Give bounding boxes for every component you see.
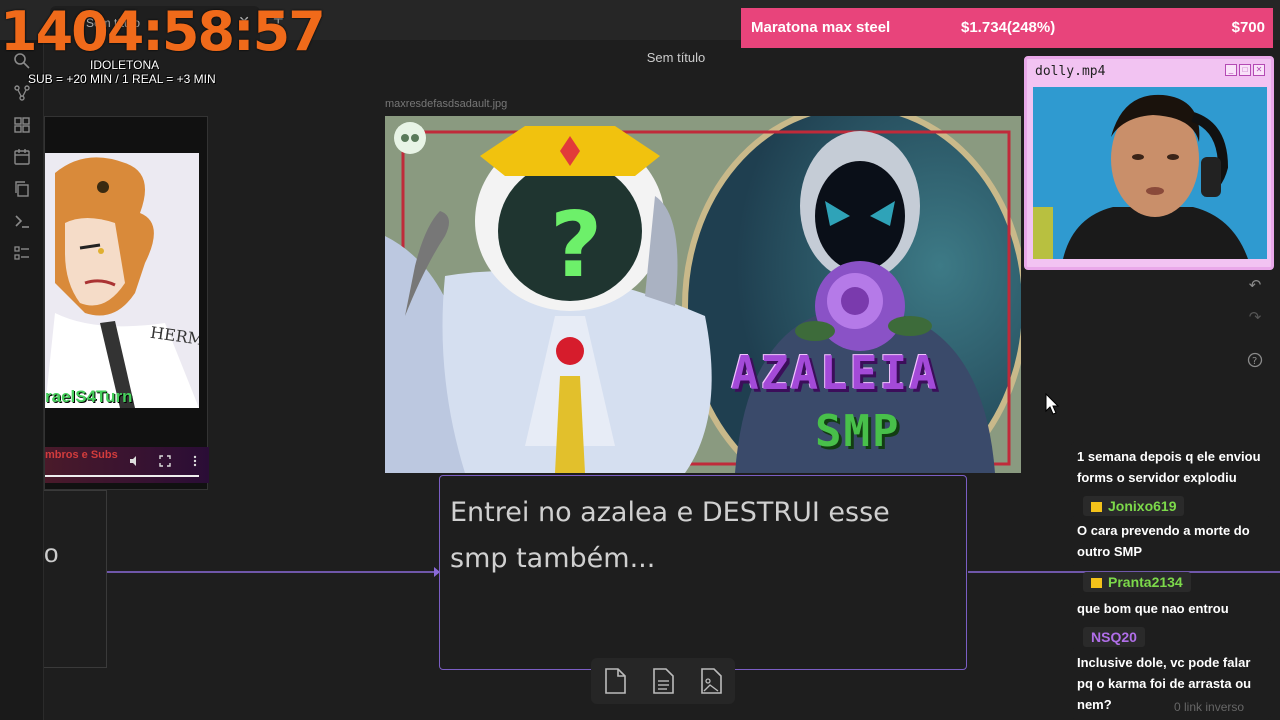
streamer-face [1033,87,1267,259]
text-card-content[interactable]: Entrei no azalea e DESTRUI esse smp tamb… [450,490,950,582]
crown-icon [1091,502,1102,512]
thumbnail-title: AZALEIA [731,346,939,400]
webcam-window: dolly.mp4 _ □ ✕ [1024,56,1274,270]
canvas-bottom-toolbar [591,658,735,704]
left-ribbon [0,40,44,720]
calendar-icon[interactable] [13,148,31,166]
list-icon[interactable] [13,244,31,262]
crown-icon [1091,578,1102,588]
goal-name: Maratona max steel [751,19,891,36]
chat-message: que bom que nao entrou [1071,594,1271,623]
fullscreen-icon[interactable] [159,455,171,467]
more-options-icon[interactable] [189,455,201,467]
chat-username-text: Jonixo619 [1108,498,1177,514]
donation-goal-bar: Maratona max steel $1.734(248%) $700 [741,8,1273,48]
help-icon[interactable]: ? [1241,346,1269,374]
window-controls: _ □ ✕ [1225,64,1265,76]
timer-rule: SUB = +20 MIN / 1 REAL = +3 MIN [28,72,216,86]
terminal-icon[interactable] [13,212,31,230]
backlinks-count[interactable]: 0 link inverso [1174,700,1244,714]
anime-artwork: HERMES [45,153,199,408]
graph-icon[interactable] [13,84,31,102]
anime-character-illustration [45,153,199,408]
svg-text:?: ? [1252,356,1257,367]
webcam-feed [1033,87,1267,259]
video-card[interactable]: HERMES raelS4Turn mbros e Subs [44,116,209,490]
text-card[interactable]: Entrei no azalea e DESTRUI esse smp tamb… [439,475,967,670]
close-icon[interactable]: ✕ [1253,64,1265,76]
minimize-icon[interactable]: _ [1225,64,1237,76]
redo-icon[interactable]: ↷ [1241,304,1269,332]
image-card[interactable]: ? AZALEIA SMP [385,116,1021,473]
stream-chat: 1 semana depois q ele enviou forms o ser… [1070,440,1280,720]
chat-username-text: Pranta2134 [1108,574,1183,590]
image-filename: maxresdefasdsadault.jpg [385,98,508,110]
image-file-icon[interactable] [697,666,725,696]
subathon-timer: 1404:58:57 [0,0,326,63]
thumbnail-subtitle: SMP [815,406,901,457]
azaleia-smp-thumbnail: ? [385,116,1021,473]
video-progress-bar[interactable] [45,475,199,477]
chat-message: O cara prevendo a morte do outro SMP [1071,516,1271,566]
chat-username: Pranta2134 [1083,572,1191,592]
view-title[interactable]: Sem título [576,50,776,65]
volume-icon[interactable] [129,455,141,467]
undo-icon[interactable]: ↶ [1241,272,1269,300]
canvas-node-partial[interactable] [44,490,107,668]
webcam-title: dolly.mp4 [1035,64,1106,79]
chat-username: Jonixo619 [1083,496,1185,516]
timer-title: IDOLETONA [90,58,160,72]
chat-username-text: NSQ20 [1091,629,1137,645]
mouse-cursor-icon [1045,393,1059,415]
goal-amount: $1.734(248%) [961,19,1056,36]
screen: { "stream": { "timer": "1404:58:57", "ti… [0,0,1280,720]
help-circle-icon: ? [1247,352,1263,368]
chat-message: 1 semana depois q ele enviou forms o ser… [1071,442,1271,492]
copy-icon[interactable] [13,180,31,198]
canvas-node-text: o [44,538,59,568]
goal-target: $700 [1231,19,1265,36]
grid-icon[interactable] [13,116,31,134]
maximize-icon[interactable]: □ [1239,64,1251,76]
streamer-handle: raelS4Turn [45,387,133,406]
file-icon[interactable] [601,666,629,696]
chat-username: NSQ20 [1083,627,1145,647]
video-overlay-text: mbros e Subs [45,449,118,461]
note-icon[interactable] [649,666,677,696]
svg-text:?: ? [550,193,602,298]
